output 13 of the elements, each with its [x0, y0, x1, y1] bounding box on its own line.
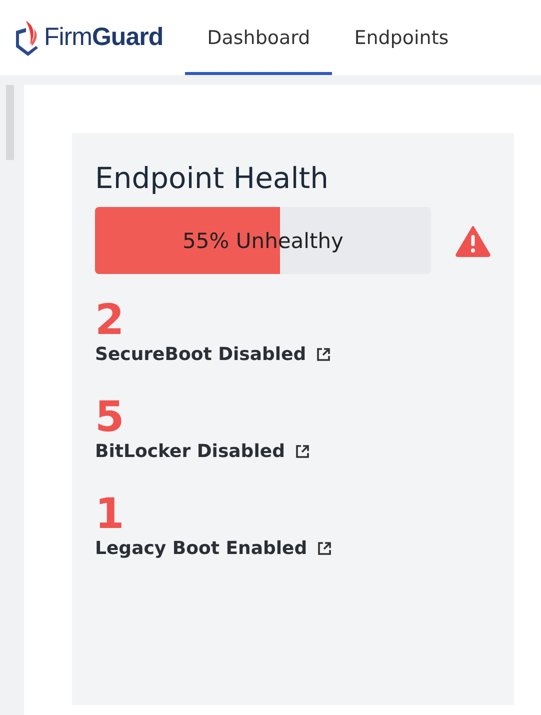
- stat-count: 5: [95, 393, 126, 441]
- brand-name: FirmGuard: [44, 23, 164, 52]
- scrollbar-thumb[interactable]: [6, 85, 14, 160]
- external-link-icon: [316, 347, 332, 362]
- stat-link[interactable]: BitLocker Disabled: [95, 441, 310, 462]
- stat-count: 2: [95, 296, 126, 344]
- nav-tab[interactable]: Endpoints: [332, 0, 471, 75]
- card-title: Endpoint Health: [95, 161, 330, 195]
- stat-link[interactable]: SecureBoot Disabled: [95, 344, 332, 365]
- external-link-icon: [294, 444, 310, 459]
- stat-count: 1: [95, 490, 126, 538]
- external-link-icon: [317, 541, 332, 556]
- stat-link[interactable]: Legacy Boot Enabled: [95, 538, 332, 559]
